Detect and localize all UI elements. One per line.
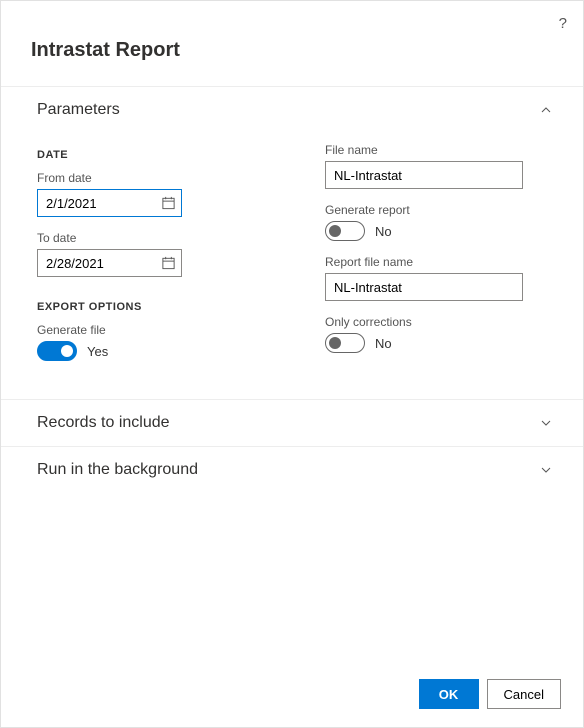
section-title-records: Records to include: [37, 414, 170, 432]
generate-report-label: Generate report: [325, 203, 553, 217]
help-button[interactable]: ?: [559, 15, 567, 32]
report-file-name-input[interactable]: [325, 273, 523, 301]
ok-button[interactable]: OK: [419, 679, 479, 709]
cancel-button[interactable]: Cancel: [487, 679, 561, 709]
section-header-background[interactable]: Run in the background: [1, 446, 583, 493]
file-name-label: File name: [325, 143, 553, 157]
generate-report-state: No: [375, 224, 392, 239]
generate-file-state: Yes: [87, 344, 108, 359]
only-corrections-label: Only corrections: [325, 315, 553, 329]
file-name-input[interactable]: [325, 161, 523, 189]
generate-report-toggle[interactable]: [325, 221, 365, 241]
export-heading: EXPORT OPTIONS: [37, 301, 265, 313]
chevron-up-icon: [539, 103, 553, 117]
section-header-parameters[interactable]: Parameters: [1, 86, 583, 133]
date-heading: DATE: [37, 149, 265, 161]
parameters-body: DATE From date To date EXPORT OPTIONS Ge…: [1, 133, 583, 399]
only-corrections-state: No: [375, 336, 392, 351]
generate-file-toggle[interactable]: [37, 341, 77, 361]
from-date-input[interactable]: [37, 189, 182, 217]
generate-file-label: Generate file: [37, 323, 265, 337]
page-title: Intrastat Report: [1, 1, 583, 86]
report-file-name-label: Report file name: [325, 255, 553, 269]
to-date-input[interactable]: [37, 249, 182, 277]
section-header-records[interactable]: Records to include: [1, 399, 583, 446]
section-title-parameters: Parameters: [37, 101, 120, 119]
to-date-label: To date: [37, 231, 265, 245]
section-title-background: Run in the background: [37, 461, 198, 479]
only-corrections-toggle[interactable]: [325, 333, 365, 353]
chevron-down-icon: [539, 463, 553, 477]
from-date-label: From date: [37, 171, 265, 185]
chevron-down-icon: [539, 416, 553, 430]
